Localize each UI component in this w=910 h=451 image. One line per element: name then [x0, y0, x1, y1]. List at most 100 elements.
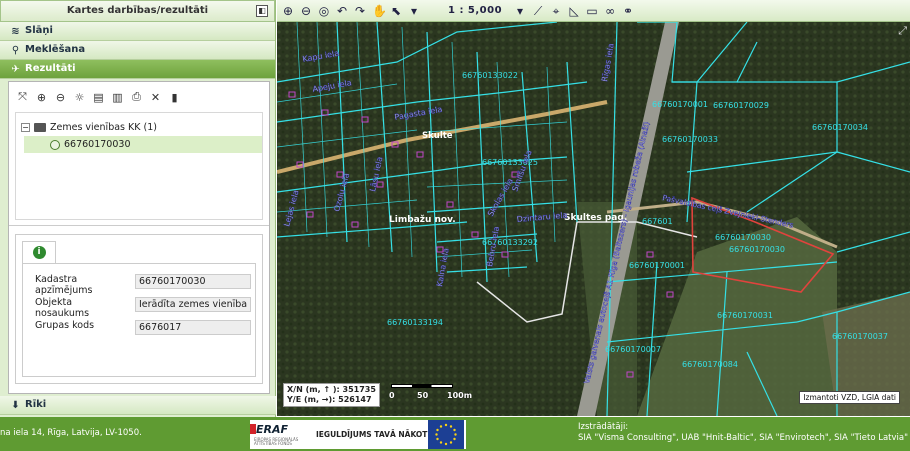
layers-icon: ≋: [11, 25, 20, 37]
pin-icon: ✈: [11, 63, 20, 75]
export-file-icon[interactable]: ▥: [112, 91, 123, 104]
info-tab[interactable]: i: [22, 241, 56, 263]
map-view[interactable]: 66760133022 66760133025 66760170029 6676…: [277, 22, 910, 416]
field-value: Ierādīta zemes vienība: [135, 297, 251, 312]
panel-title-bar: Kartes darbības/rezultāti ◧: [0, 0, 275, 22]
eraf-logo: ERAF EIROPAS REĢIONĀLĀS ATTĪSTĪBAS FONDS: [250, 420, 310, 449]
parcel-label: 66760170001: [629, 261, 685, 270]
accordion-search[interactable]: ⚲ Meklēšana: [0, 41, 275, 60]
zoom-extent-icon[interactable]: ◎: [318, 5, 330, 17]
parcel-label: 66760170034: [812, 123, 868, 132]
accordion-layers-label: Slāņi: [25, 25, 53, 36]
panel-title: Kartes darbības/rezultāti: [66, 5, 209, 16]
measure-angle-icon[interactable]: ◺: [568, 5, 580, 17]
tree-group-label: Zemes vienības KK (1): [50, 122, 157, 133]
developers-label: Izstrādātāji:: [578, 422, 629, 432]
map-canvas: 66760133022 66760133025 66760170029 6676…: [277, 22, 910, 416]
download-icon: ⬇: [11, 399, 20, 411]
scale-bar: 0 50 100m: [389, 384, 487, 406]
parcel-label: 66760170029: [713, 101, 769, 110]
attribute-box: Kadastra apzīmējums 66760170030 Objekta …: [22, 263, 256, 377]
accordion-layers[interactable]: ≋ Slāņi: [0, 22, 275, 41]
accordion-results-label: Rezultāti: [25, 63, 76, 74]
field-value: 6676017: [135, 320, 251, 335]
parcel-label: 66760170030: [729, 245, 785, 254]
coord-xn: X/N (m, ↑ ): 351735: [287, 385, 376, 394]
results-toolbar: ⤧ ⊕ ⊖ ☼ ▤ ▥ ⎙ ✕ ▮: [9, 82, 269, 112]
tree-group[interactable]: − Zemes vienības KK (1): [16, 119, 262, 136]
forward-icon[interactable]: ↷: [354, 5, 366, 17]
scale-label: 100m: [447, 391, 473, 400]
print-icon[interactable]: ⎙: [131, 90, 142, 104]
comment-icon[interactable]: ▭: [586, 5, 598, 17]
left-panel: Kartes darbības/rezultāti ◧ ≋ Slāņi ⚲ Me…: [0, 0, 276, 417]
map-toolbar: ⊕ ⊖ ◎ ↶ ↷ ✋ ⬉ ▾ 1 : 5,000 ▾ ⟋ ⌖ ◺ ▭ ∞ ⚭: [277, 0, 910, 22]
scale-label: 0: [389, 391, 395, 400]
tree-item[interactable]: 66760170030: [24, 136, 262, 153]
tree-item-label: 66760170030: [64, 139, 131, 150]
search-icon: ⚲: [11, 44, 20, 56]
field-label: Grupas kods: [35, 320, 95, 331]
clear-icon[interactable]: ✕: [150, 91, 161, 104]
parcel-label: 66760170031: [717, 311, 773, 320]
parcel-label: 66760170084: [682, 360, 738, 369]
field-value: 66760170030: [135, 274, 251, 289]
pan-icon[interactable]: ✋: [372, 5, 387, 17]
detail-panel: i Kadastra apzīmējums 66760170030 Objekt…: [15, 234, 263, 384]
scale-bar-graphic: [391, 384, 453, 388]
results-tree: − Zemes vienības KK (1) 66760170030: [15, 112, 263, 220]
developers-list: SIA "Visma Consulting", UAB "Hnit-Baltic…: [578, 433, 909, 443]
area-label-limbazu: Limbažu nov.: [389, 215, 456, 225]
area-label-skultes: Skultes pag.: [564, 213, 627, 223]
identify-dropdown-icon[interactable]: ▾: [408, 5, 420, 17]
link-icon[interactable]: ∞: [604, 5, 616, 17]
zoom-in-tool-icon[interactable]: ⊕: [282, 5, 294, 17]
zoom-to-all-icon[interactable]: ⤧: [17, 90, 28, 104]
footer: na iela 14, Rīga, Latvija, LV-1050. ERAF…: [0, 417, 910, 451]
link-settings-icon[interactable]: ⚭: [622, 5, 634, 17]
scale-dropdown-icon[interactable]: ▾: [514, 5, 526, 17]
parcel-label: 66760133194: [387, 318, 443, 327]
export-doc-icon[interactable]: ▤: [93, 91, 104, 104]
accordion-tools[interactable]: ⬇ Rīki: [0, 396, 276, 415]
coordinate-readout: X/N (m, ↑ ): 351735 Y/E (m, →): 526147: [283, 383, 380, 407]
measure-area-icon[interactable]: ⌖: [550, 5, 562, 17]
parcel-label: 66760133022: [462, 71, 518, 80]
coord-ye: Y/E (m, →): 526147: [287, 395, 372, 404]
parcel-label: 66760170037: [832, 332, 888, 341]
parcel-label: 66760170007: [605, 345, 661, 354]
accordion-tools-label: Rīki: [25, 399, 47, 410]
scale-readout[interactable]: 1 : 5,000: [448, 5, 502, 16]
parcel-label: 66760170033: [662, 135, 718, 144]
eraf-slogan: IEGULDĪJUMS TAVĀ NĀKOTNĒ!: [316, 430, 443, 439]
fullscreen-icon[interactable]: ⤢: [898, 24, 907, 38]
expand-toggle-icon[interactable]: −: [21, 123, 30, 132]
eu-flag-icon: [428, 420, 464, 449]
delete-icon[interactable]: ▮: [169, 91, 180, 104]
identify-icon[interactable]: ⬉: [390, 5, 402, 17]
footer-address: na iela 14, Rīga, Latvija, LV-1050.: [0, 428, 142, 438]
accordion-results[interactable]: ✈ Rezultāti: [0, 60, 275, 79]
folder-icon: [34, 123, 46, 132]
parcel-label: 66760170001: [652, 100, 708, 109]
parcel-label: 667601: [642, 217, 673, 226]
collapse-panel-button[interactable]: ◧: [256, 5, 268, 17]
field-label: Kadastra apzīmējums: [35, 274, 93, 296]
results-pane: ⤧ ⊕ ⊖ ☼ ▤ ▥ ⎙ ✕ ▮ − Zemes vienības KK (1…: [8, 81, 270, 394]
field-label: Objekta nosaukums: [35, 297, 90, 319]
zoom-in-icon[interactable]: ⊕: [36, 91, 47, 104]
info-icon: i: [32, 246, 46, 259]
data-credit[interactable]: Izmantoti VZD, LGIA dati: [799, 391, 900, 404]
scale-label: 50: [417, 391, 429, 400]
measure-length-icon[interactable]: ⟋: [532, 5, 544, 17]
back-icon[interactable]: ↶: [336, 5, 348, 17]
pane-splitter[interactable]: [9, 220, 269, 226]
area-label-skulte: Skulte: [422, 131, 453, 141]
highlight-icon[interactable]: ☼: [74, 91, 85, 104]
accordion-search-label: Meklēšana: [25, 44, 86, 55]
zoom-out-tool-icon[interactable]: ⊖: [300, 5, 312, 17]
parcel-label: 66760170030: [715, 233, 771, 242]
zoom-out-icon[interactable]: ⊖: [55, 91, 66, 104]
developers-block: Izstrādātāji: SIA "Visma Consulting", UA…: [578, 422, 908, 444]
parcel-icon: [50, 139, 60, 150]
